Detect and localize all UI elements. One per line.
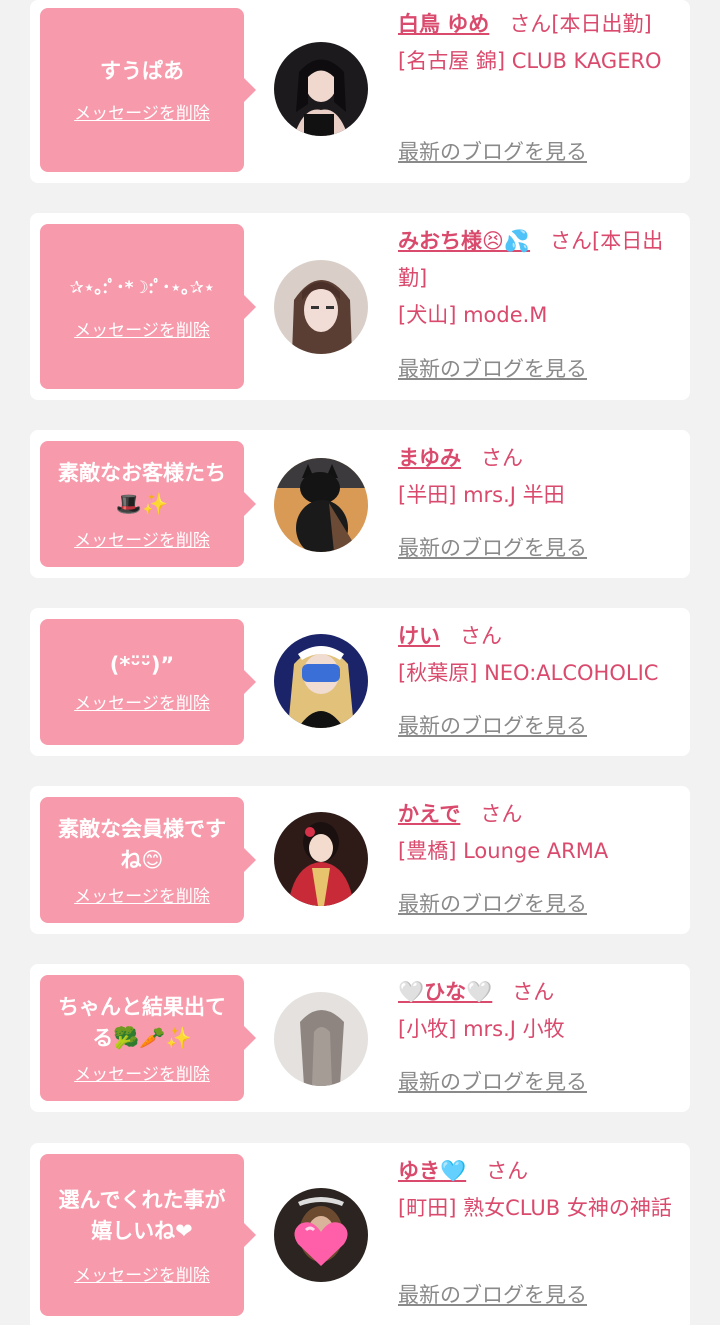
black-cat-photo-icon: [274, 458, 368, 552]
message-bubble: ✰⋆｡:ﾟ･*☽:ﾟ･⋆｡✰⋆ メッセージを削除: [40, 224, 256, 389]
avatar[interactable]: [274, 42, 368, 136]
latest-blog-link[interactable]: 最新のブログを見る: [398, 1279, 587, 1309]
area: [町田]: [398, 1196, 457, 1220]
cast-name[interactable]: ゆき🩵: [398, 1159, 466, 1183]
avatar[interactable]: [274, 812, 368, 906]
message-bubble: 選んでくれた事が嬉しいね❤ メッセージを削除: [40, 1154, 256, 1316]
woman-dark-hair-photo-icon: [274, 42, 368, 136]
message-card: ちゃんと結果出てる🥦🥕✨ メッセージを削除 🤍ひな🤍 さん [小牧] mrs.J …: [30, 964, 690, 1112]
work-status: [本日出勤]: [551, 12, 652, 36]
message-text: すうぱあ: [100, 59, 184, 83]
honorific: さん: [486, 1159, 529, 1183]
cast-info: 白鳥 ゆめ さん[本日出勤] [名古屋 錦] CLUB KAGERO: [398, 6, 684, 80]
cast-info: まゆみ さん [半田] mrs.J 半田: [398, 440, 684, 514]
message-bubble: すうぱあ メッセージを削除: [40, 8, 256, 172]
message-bubble: 素敵なお客様たち🎩✨ メッセージを削除: [40, 441, 256, 567]
avatar[interactable]: [274, 634, 368, 728]
avatar[interactable]: [274, 1188, 368, 1282]
message-text: 選んでくれた事が嬉しいね❤: [58, 1187, 226, 1243]
area: [名古屋 錦]: [398, 49, 506, 73]
area: [豊橋]: [398, 839, 457, 863]
cast-info: みおち様😣💦 さん[本日出勤] [犬山] mode.M: [398, 223, 684, 334]
cast-info: けい さん [秋葉原] NEO:ALCOHOLIC: [398, 618, 684, 692]
latest-blog-link[interactable]: 最新のブログを見る: [398, 1066, 587, 1096]
latest-blog-link[interactable]: 最新のブログを見る: [398, 532, 587, 562]
avatar[interactable]: [274, 992, 368, 1086]
cast-name[interactable]: けい: [398, 624, 440, 648]
message-bubble: ちゃんと結果出てる🥦🥕✨ メッセージを削除: [40, 975, 256, 1101]
shop-name: CLUB KAGERO: [511, 49, 662, 73]
message-card: 素敵なお客様たち🎩✨ メッセージを削除 まゆみ さん [半田] mrs.J 半田 …: [30, 430, 690, 578]
message-card: 選んでくれた事が嬉しいね❤ メッセージを削除 ゆき🩵 さん [町田] 熟女CLUB…: [30, 1143, 690, 1325]
delete-message-link[interactable]: メッセージを削除: [74, 316, 210, 341]
latest-blog-link[interactable]: 最新のブログを見る: [398, 136, 587, 166]
delete-message-link[interactable]: メッセージを削除: [74, 689, 210, 714]
delete-message-link[interactable]: メッセージを削除: [74, 1060, 210, 1085]
message-text: 素敵な会員様ですね😊: [58, 816, 226, 872]
avatar[interactable]: [274, 260, 368, 354]
message-text: ちゃんと結果出てる🥦🥕✨: [58, 994, 226, 1050]
honorific: さん: [460, 624, 502, 648]
shop-name: mode.M: [463, 303, 548, 327]
cast-name[interactable]: 白鳥 ゆめ: [398, 12, 489, 36]
latest-blog-link[interactable]: 最新のブログを見る: [398, 710, 587, 740]
message-card: 素敵な会員様ですね😊 メッセージを削除 かえで さん [豊橋] Lounge AR…: [30, 786, 690, 934]
message-bubble: (*ᵕ̈ᵕ̈)” メッセージを削除: [40, 619, 256, 745]
heart-sticker-photo-icon: [274, 1188, 368, 1282]
avatar[interactable]: [274, 458, 368, 552]
cast-name[interactable]: 🤍ひな🤍: [398, 980, 492, 1004]
shop-name: mrs.J 小牧: [463, 1017, 565, 1041]
message-card: ✰⋆｡:ﾟ･*☽:ﾟ･⋆｡✰⋆ メッセージを削除 みおち様😣💦 さん[本日出勤] …: [30, 213, 690, 400]
honorific: さん: [480, 802, 523, 826]
area: [半田]: [398, 483, 457, 507]
kimono-woman-photo-icon: [274, 812, 368, 906]
delete-message-link[interactable]: メッセージを削除: [74, 526, 210, 551]
delete-message-link[interactable]: メッセージを削除: [74, 882, 210, 907]
delete-message-link[interactable]: メッセージを削除: [74, 99, 210, 124]
shop-name: NEO:ALCOHOLIC: [484, 661, 659, 685]
message-text: 素敵なお客様たち🎩✨: [58, 460, 226, 516]
message-card: (*ᵕ̈ᵕ̈)” メッセージを削除 けい さん [秋葉原] NEO:ALCOHOL…: [30, 608, 690, 756]
shop-name: mrs.J 半田: [463, 483, 565, 507]
area: [小牧]: [398, 1017, 457, 1041]
delete-message-link[interactable]: メッセージを削除: [74, 1261, 210, 1286]
honorific: さん: [512, 980, 555, 1004]
area: [犬山]: [398, 303, 457, 327]
cast-info: かえで さん [豊橋] Lounge ARMA: [398, 796, 684, 870]
cast-name[interactable]: まゆみ: [398, 446, 461, 470]
cast-info: 🤍ひな🤍 さん [小牧] mrs.J 小牧: [398, 974, 684, 1048]
woman-long-hair-photo-icon: [274, 260, 368, 354]
message-bubble: 素敵な会員様ですね😊 メッセージを削除: [40, 797, 256, 923]
shop-name: 熟女CLUB 女神の神話: [463, 1196, 672, 1220]
latest-blog-link[interactable]: 最新のブログを見る: [398, 353, 587, 383]
masked-maid-photo-icon: [274, 634, 368, 728]
blurred-hair-photo-icon: [274, 992, 368, 1086]
message-text: (*ᵕ̈ᵕ̈)”: [109, 653, 175, 677]
honorific: さん: [481, 446, 523, 470]
cast-name[interactable]: みおち様😣💦: [398, 229, 530, 253]
cast-info: ゆき🩵 さん [町田] 熟女CLUB 女神の神話: [398, 1153, 684, 1227]
message-text: ✰⋆｡:ﾟ･*☽:ﾟ･⋆｡✰⋆: [69, 277, 215, 298]
honorific: さん: [550, 229, 593, 253]
shop-name: Lounge ARMA: [463, 839, 609, 863]
cast-name[interactable]: かえで: [398, 802, 460, 826]
area: [秋葉原]: [398, 661, 478, 685]
honorific: さん: [509, 12, 552, 36]
message-card: すうぱあ メッセージを削除 白鳥 ゆめ さん[本日出勤] [名古屋 錦] CLUB…: [30, 0, 690, 183]
latest-blog-link[interactable]: 最新のブログを見る: [398, 888, 587, 918]
